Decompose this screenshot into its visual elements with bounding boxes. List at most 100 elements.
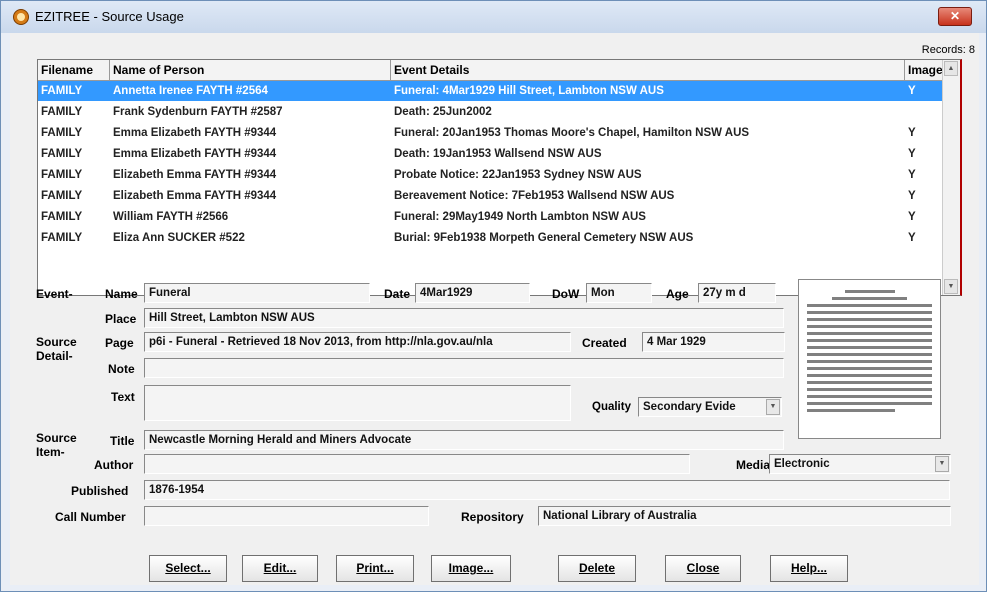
place-label: Place (105, 312, 137, 326)
source-detail-label-line2: Detail- (36, 349, 73, 363)
cell-image: Y (908, 127, 916, 139)
day-of-week-field[interactable]: Mon (586, 283, 652, 303)
media-value: Electronic (774, 458, 830, 470)
repository-label: Repository (461, 510, 524, 524)
cell-filename: FAMILY (41, 232, 83, 244)
age-field[interactable]: 27y m d (698, 283, 776, 303)
cell-person: William FAYTH #2566 (113, 211, 229, 223)
quality-value: Secondary Evide (643, 401, 736, 413)
cell-filename: FAMILY (41, 169, 83, 181)
event-date-field[interactable]: 4Mar1929 (415, 283, 530, 303)
column-header-image[interactable]: Image (905, 60, 944, 80)
cell-event: Probate Notice: 22Jan1953 Sydney NSW AUS (394, 169, 642, 181)
source-detail-label-line1: Source (36, 335, 77, 349)
cell-event: Bereavement Notice: 7Feb1953 Wallsend NS… (394, 190, 675, 202)
cell-image: Y (908, 148, 916, 160)
quality-label: Quality (592, 401, 631, 413)
note-field[interactable] (144, 358, 784, 378)
cell-person: Elizabeth Emma FAYTH #9344 (113, 169, 277, 181)
source-item-label-line2: Item- (36, 445, 65, 459)
image-button[interactable]: Image... (431, 555, 511, 582)
published-label: Published (71, 484, 129, 498)
media-dropdown-icon[interactable]: ▼ (935, 456, 949, 472)
table-row[interactable]: FAMILY William FAYTH #2566 Funeral: 29Ma… (38, 207, 944, 227)
media-select[interactable]: Electronic ▼ (769, 454, 951, 474)
call-number-field[interactable] (144, 506, 429, 526)
dow-label: DoW (552, 287, 580, 301)
quality-dropdown-icon[interactable]: ▼ (766, 399, 780, 415)
table-row[interactable]: FAMILY Emma Elizabeth FAYTH #9344 Funera… (38, 123, 944, 143)
name-label: Name (105, 287, 138, 301)
cell-person: Annetta Irenee FAYTH #2564 (113, 85, 268, 97)
edit-button[interactable]: Edit... (242, 555, 318, 582)
column-header-event-details[interactable]: Event Details (391, 60, 905, 80)
cell-person: Emma Elizabeth FAYTH #9344 (113, 127, 277, 139)
table-row[interactable]: FAMILY Elizabeth Emma FAYTH #9344 Probat… (38, 165, 944, 185)
table-header: Filename Name of Person Event Details Im… (38, 60, 960, 81)
table-row[interactable]: FAMILY Annetta Irenee FAYTH #2564 Funera… (38, 81, 944, 101)
source-item-label-line1: Source (36, 431, 77, 445)
help-button[interactable]: Help... (770, 555, 848, 582)
column-header-name-of-person[interactable]: Name of Person (110, 60, 391, 80)
cell-filename: FAMILY (41, 85, 83, 97)
close-button[interactable]: Close (665, 555, 741, 582)
table-row[interactable]: FAMILY Eliza Ann SUCKER #522 Burial: 9Fe… (38, 228, 944, 248)
column-header-filename[interactable]: Filename (38, 60, 110, 80)
page-label: Page (105, 336, 134, 350)
age-label: Age (666, 287, 689, 301)
print-button[interactable]: Print... (336, 555, 414, 582)
quality-select[interactable]: Secondary Evide ▼ (638, 397, 782, 417)
scroll-down-icon[interactable]: ▼ (944, 279, 958, 294)
cell-event: Burial: 9Feb1938 Morpeth General Cemeter… (394, 232, 694, 244)
scroll-up-icon[interactable]: ▲ (944, 61, 958, 76)
cell-person: Frank Sydenburn FAYTH #2587 (113, 106, 283, 118)
author-field[interactable] (144, 454, 690, 474)
event-place-field[interactable]: Hill Street, Lambton NSW AUS (144, 308, 784, 328)
cell-person: Emma Elizabeth FAYTH #9344 (113, 148, 277, 160)
cell-image: Y (908, 211, 916, 223)
event-name-field[interactable]: Funeral (144, 283, 370, 303)
table-vertical-scrollbar[interactable]: ▲ ▼ (942, 60, 960, 295)
repository-field[interactable]: National Library of Australia (538, 506, 951, 526)
title-bar[interactable]: EZITREE - Source Usage ✕ (1, 1, 986, 33)
cell-image: Y (908, 85, 916, 97)
title-label: Title (110, 434, 135, 448)
cell-event: Funeral: 20Jan1953 Thomas Moore's Chapel… (394, 127, 750, 139)
cell-image: Y (908, 190, 916, 202)
cell-filename: FAMILY (41, 190, 83, 202)
cell-filename: FAMILY (41, 127, 83, 139)
ezitree-app-icon (13, 9, 29, 25)
cell-filename: FAMILY (41, 106, 83, 118)
table-row[interactable]: FAMILY Frank Sydenburn FAYTH #2587 Death… (38, 102, 944, 122)
records-count: Records: 8 (921, 44, 975, 56)
created-field[interactable]: 4 Mar 1929 (642, 332, 785, 352)
select-button[interactable]: Select... (149, 555, 227, 582)
window-title: EZITREE - Source Usage (35, 9, 184, 24)
author-label: Author (94, 458, 134, 472)
source-title-field[interactable]: Newcastle Morning Herald and Miners Advo… (144, 430, 784, 450)
dialog-body: Records: 8 Filename Name of Person Event… (10, 33, 979, 585)
cell-event: Funeral: 4Mar1929 Hill Street, Lambton N… (394, 85, 664, 97)
source-image-thumbnail[interactable] (798, 279, 941, 439)
cell-person: Elizabeth Emma FAYTH #9344 (113, 190, 277, 202)
cell-filename: FAMILY (41, 211, 83, 223)
text-label: Text (111, 390, 135, 404)
cell-event: Funeral: 29May1949 North Lambton NSW AUS (394, 211, 646, 223)
note-label: Note (108, 362, 135, 376)
cell-filename: FAMILY (41, 148, 83, 160)
cell-person: Eliza Ann SUCKER #522 (113, 232, 245, 244)
created-label: Created (582, 336, 627, 350)
cell-event: Death: 25Jun2002 (394, 106, 492, 118)
source-page-field[interactable]: p6i - Funeral - Retrieved 18 Nov 2013, f… (144, 332, 571, 352)
delete-button[interactable]: Delete (558, 555, 636, 582)
close-window-button[interactable]: ✕ (938, 7, 972, 26)
table-row[interactable]: FAMILY Emma Elizabeth FAYTH #9344 Death:… (38, 144, 944, 164)
cell-event: Death: 19Jan1953 Wallsend NSW AUS (394, 148, 602, 160)
published-field[interactable]: 1876-1954 (144, 480, 950, 500)
media-label: Media (736, 458, 771, 472)
call-number-label: Call Number (55, 510, 126, 524)
table-row[interactable]: FAMILY Elizabeth Emma FAYTH #9344 Bereav… (38, 186, 944, 206)
text-field[interactable] (144, 385, 571, 421)
source-usage-window: EZITREE - Source Usage ✕ Records: 8 File… (0, 0, 987, 592)
source-usage-table[interactable]: Filename Name of Person Event Details Im… (37, 59, 962, 296)
